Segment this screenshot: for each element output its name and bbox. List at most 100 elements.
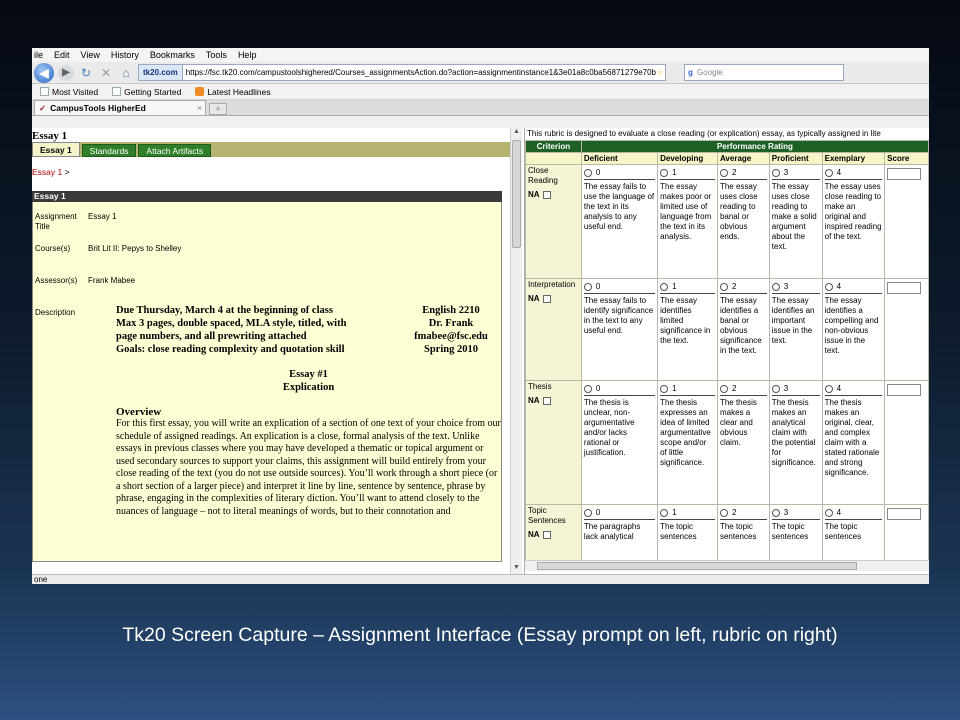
scrollbar-thumb[interactable] (537, 562, 857, 570)
score-input[interactable] (887, 508, 922, 520)
menu-help[interactable]: Help (238, 50, 257, 60)
score-option[interactable]: 3 (771, 382, 820, 396)
bookmark-star-icon[interactable]: ☆ (656, 68, 663, 77)
site-identity-badge[interactable]: tk20.com (139, 65, 183, 80)
score-option[interactable]: 0 (583, 382, 656, 396)
score-option[interactable]: 3 (771, 506, 820, 520)
essay-number: Essay #1 (289, 369, 328, 380)
score-radio[interactable] (719, 282, 728, 291)
score-radio[interactable] (824, 282, 833, 291)
score-input[interactable] (887, 384, 922, 396)
score-cell (884, 380, 929, 505)
score-radio[interactable] (771, 282, 780, 291)
score-radio[interactable] (660, 384, 669, 393)
score-radio[interactable] (583, 508, 592, 517)
menu-history[interactable]: History (111, 50, 139, 60)
rating-cell: 0 The thesis is unclear, non-argumentativ… (580, 380, 659, 505)
menu-edit[interactable]: Edit (54, 50, 70, 60)
score-radio[interactable] (771, 384, 780, 393)
score-radio[interactable] (824, 168, 833, 177)
tab-campustools[interactable]: ✓ CampusTools HigherEd × (34, 100, 206, 115)
menu-tools[interactable]: Tools (206, 50, 227, 60)
score-value: 3 (783, 383, 789, 393)
description-header: Due Thursday, March 4 at the beginning o… (116, 304, 501, 356)
score-radio[interactable] (824, 384, 833, 393)
rating-cell: 3 The topic sentences (768, 504, 823, 565)
menu-file[interactable]: ile (34, 50, 43, 60)
score-radio[interactable] (583, 282, 592, 291)
scroll-up-icon[interactable]: ▲ (511, 128, 522, 138)
close-tab-icon[interactable]: × (197, 103, 202, 113)
menu-view[interactable]: View (81, 50, 100, 60)
new-tab-icon[interactable]: + (209, 103, 227, 115)
score-input[interactable] (887, 168, 922, 180)
score-value: 0 (595, 507, 601, 517)
scroll-down-icon[interactable]: ▼ (511, 564, 522, 574)
right-horizontal-scrollbar[interactable] (525, 560, 929, 571)
score-radio[interactable] (824, 508, 833, 517)
score-radio[interactable] (660, 508, 669, 517)
tab-standards[interactable]: Standards (81, 144, 137, 157)
score-option[interactable]: 4 (824, 382, 883, 396)
score-value: 0 (595, 281, 601, 291)
rating-cell: 4 The topic sentences (821, 504, 886, 565)
score-option[interactable]: 4 (824, 166, 883, 180)
url-bar[interactable]: tk20.com https://fsc.tk20.com/campustool… (138, 64, 666, 81)
score-option[interactable]: 1 (660, 506, 715, 520)
score-option[interactable]: 1 (660, 382, 715, 396)
na-checkbox[interactable] (542, 295, 551, 303)
score-radio[interactable] (719, 508, 728, 517)
bookmark-most-visited[interactable]: Most Visited (40, 87, 98, 97)
tab-attach-artifacts[interactable]: Attach Artifacts (138, 144, 212, 157)
back-icon[interactable]: ◀ (34, 62, 54, 83)
score-radio[interactable] (719, 168, 728, 177)
score-option[interactable]: 2 (719, 506, 767, 520)
score-radio[interactable] (771, 168, 780, 177)
na-label: NA (528, 396, 540, 405)
score-radio[interactable] (660, 168, 669, 177)
score-radio[interactable] (583, 168, 592, 177)
forward-icon[interactable]: ▶ (58, 64, 74, 81)
due-line: Due Thursday, March 4 at the beginning o… (116, 305, 333, 316)
score-radio[interactable] (583, 384, 592, 393)
score-option[interactable]: 1 (660, 166, 715, 180)
breadcrumb-essay-1[interactable]: Essay 1 (32, 167, 62, 177)
score-option[interactable]: 0 (583, 280, 656, 294)
score-option[interactable]: 2 (719, 382, 767, 396)
bookmark-latest-headlines[interactable]: Latest Headlines (195, 87, 271, 97)
score-option[interactable]: 3 (771, 166, 820, 180)
na-checkbox[interactable] (542, 531, 551, 539)
score-option[interactable]: 0 (583, 506, 656, 520)
criterion-name: Thesis (528, 382, 552, 391)
score-cell (884, 504, 929, 565)
reload-icon[interactable]: ↻ (78, 65, 94, 81)
na-option: NA (528, 396, 579, 406)
search-input[interactable]: g Google (684, 64, 844, 81)
scrollbar-thumb[interactable] (512, 140, 521, 248)
score-option[interactable]: 2 (719, 166, 767, 180)
score-value: 3 (783, 281, 789, 291)
score-input[interactable] (887, 282, 922, 294)
score-radio[interactable] (719, 384, 728, 393)
stop-icon[interactable]: ✕ (98, 65, 114, 81)
score-option[interactable]: 0 (583, 166, 656, 180)
score-option[interactable]: 1 (660, 280, 715, 294)
score-value: 1 (672, 281, 677, 291)
score-option[interactable]: 4 (824, 506, 883, 520)
score-radio[interactable] (660, 282, 669, 291)
left-vertical-scrollbar[interactable]: ▲ ▼ (510, 128, 522, 574)
rating-cell: 3 The thesis makes an analytical claim wi… (768, 380, 823, 505)
na-checkbox[interactable] (542, 191, 551, 199)
score-option[interactable]: 3 (771, 280, 820, 294)
menu-bookmarks[interactable]: Bookmarks (150, 50, 195, 60)
menu-bar: ile Edit View History Bookmarks Tools He… (32, 48, 929, 62)
breadcrumb-separator: > (64, 167, 70, 177)
na-checkbox[interactable] (542, 397, 551, 405)
rating-description: The essay fails to identify significance… (583, 296, 654, 335)
score-option[interactable]: 4 (824, 280, 883, 294)
score-radio[interactable] (771, 508, 780, 517)
bookmark-getting-started[interactable]: Getting Started (112, 87, 181, 97)
home-icon[interactable]: ⌂ (118, 65, 134, 81)
score-option[interactable]: 2 (719, 280, 767, 294)
tab-essay-1[interactable]: Essay 1 (32, 142, 80, 157)
